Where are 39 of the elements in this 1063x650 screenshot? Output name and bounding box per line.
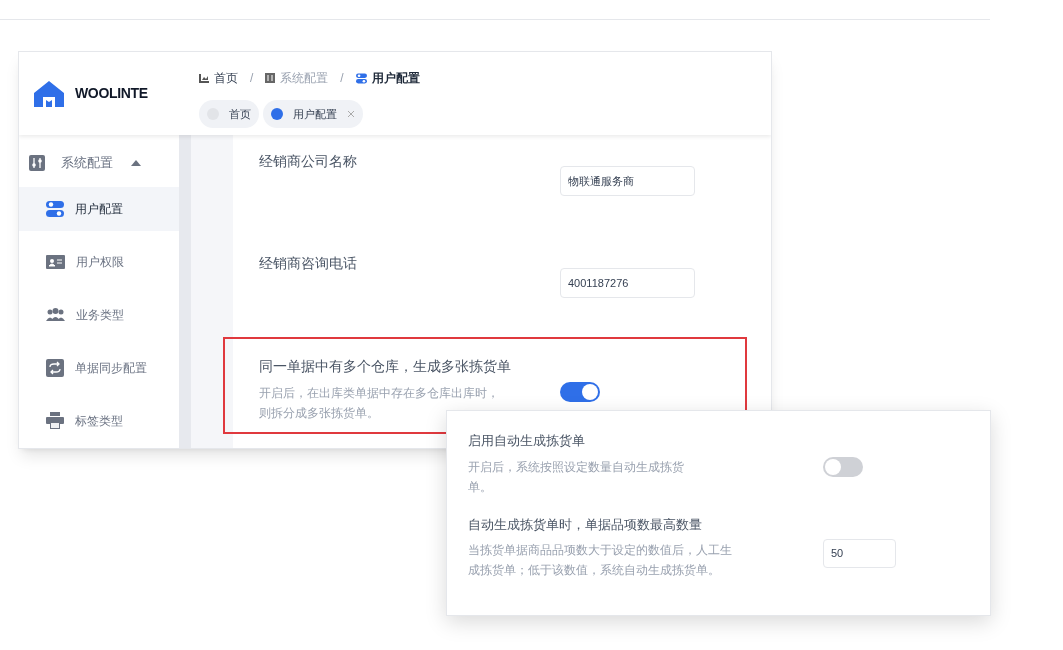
house-logo-icon — [33, 79, 65, 108]
printer-icon — [46, 412, 64, 429]
setting-label: 经销商公司名称 — [259, 152, 358, 171]
people-icon — [46, 308, 65, 321]
sidebar-item[interactable]: 用户权限 — [19, 239, 179, 284]
breadcrumb-link[interactable]: 首页 — [214, 69, 238, 87]
grid-icon — [265, 73, 276, 83]
sidebar-group[interactable]: 系统配置 — [19, 153, 179, 173]
toggles-icon — [46, 199, 64, 218]
setting-label: 自动生成拣货单时，单据品项数最高数量 — [468, 515, 703, 534]
sliders-icon — [29, 154, 45, 171]
breadcrumb-separator: / — [250, 70, 254, 87]
toggle-switch[interactable] — [560, 382, 600, 402]
input-field[interactable]: 4001187276 — [560, 268, 695, 298]
toggles-icon — [355, 72, 367, 84]
sidebar-item[interactable]: 标签类型 — [19, 398, 179, 443]
id-card-icon — [46, 254, 65, 269]
sidebar-group-label: 系统配置 — [61, 154, 114, 172]
sidebar-item[interactable]: 单据同步配置 — [19, 345, 179, 390]
chart-icon — [199, 73, 209, 83]
tab[interactable]: 首页 — [199, 100, 259, 128]
setting-label: 启用自动生成拣货单 — [468, 432, 586, 450]
sidebar-scrollbar[interactable] — [179, 135, 191, 448]
sidebar-item[interactable]: 业务类型 — [19, 292, 179, 337]
close-icon[interactable] — [347, 110, 355, 118]
breadcrumb-link[interactable]: 用户配置 — [371, 69, 420, 87]
setting-description: 开启后，系统按照设定数量自动生成拣货单。 — [468, 458, 685, 496]
toggle-switch[interactable] — [823, 457, 863, 477]
setting-description: 开启后，在出库类单据中存在多仓库出库时，则拆分成多张拣货单。 — [259, 385, 500, 422]
setting-label: 经销商咨询电话 — [259, 254, 358, 273]
sync-icon — [46, 358, 64, 377]
breadcrumb-separator: / — [340, 70, 344, 87]
input-field[interactable]: 50 — [823, 538, 896, 568]
setting-description: 当拣货单据商品品项数大于设定的数值后，人工生成拣货单；低于该数值，系统自动生成拣货单。 — [468, 542, 733, 579]
logo-text: WOOLINTE — [75, 84, 148, 103]
input-field[interactable]: 物联通服务商 — [560, 166, 695, 196]
tab[interactable]: 用户配置 — [263, 100, 363, 128]
setting-label: 同一单据中有多个仓库，生成多张拣货单 — [259, 357, 512, 376]
sidebar-item[interactable]: 用户配置 — [19, 186, 179, 231]
